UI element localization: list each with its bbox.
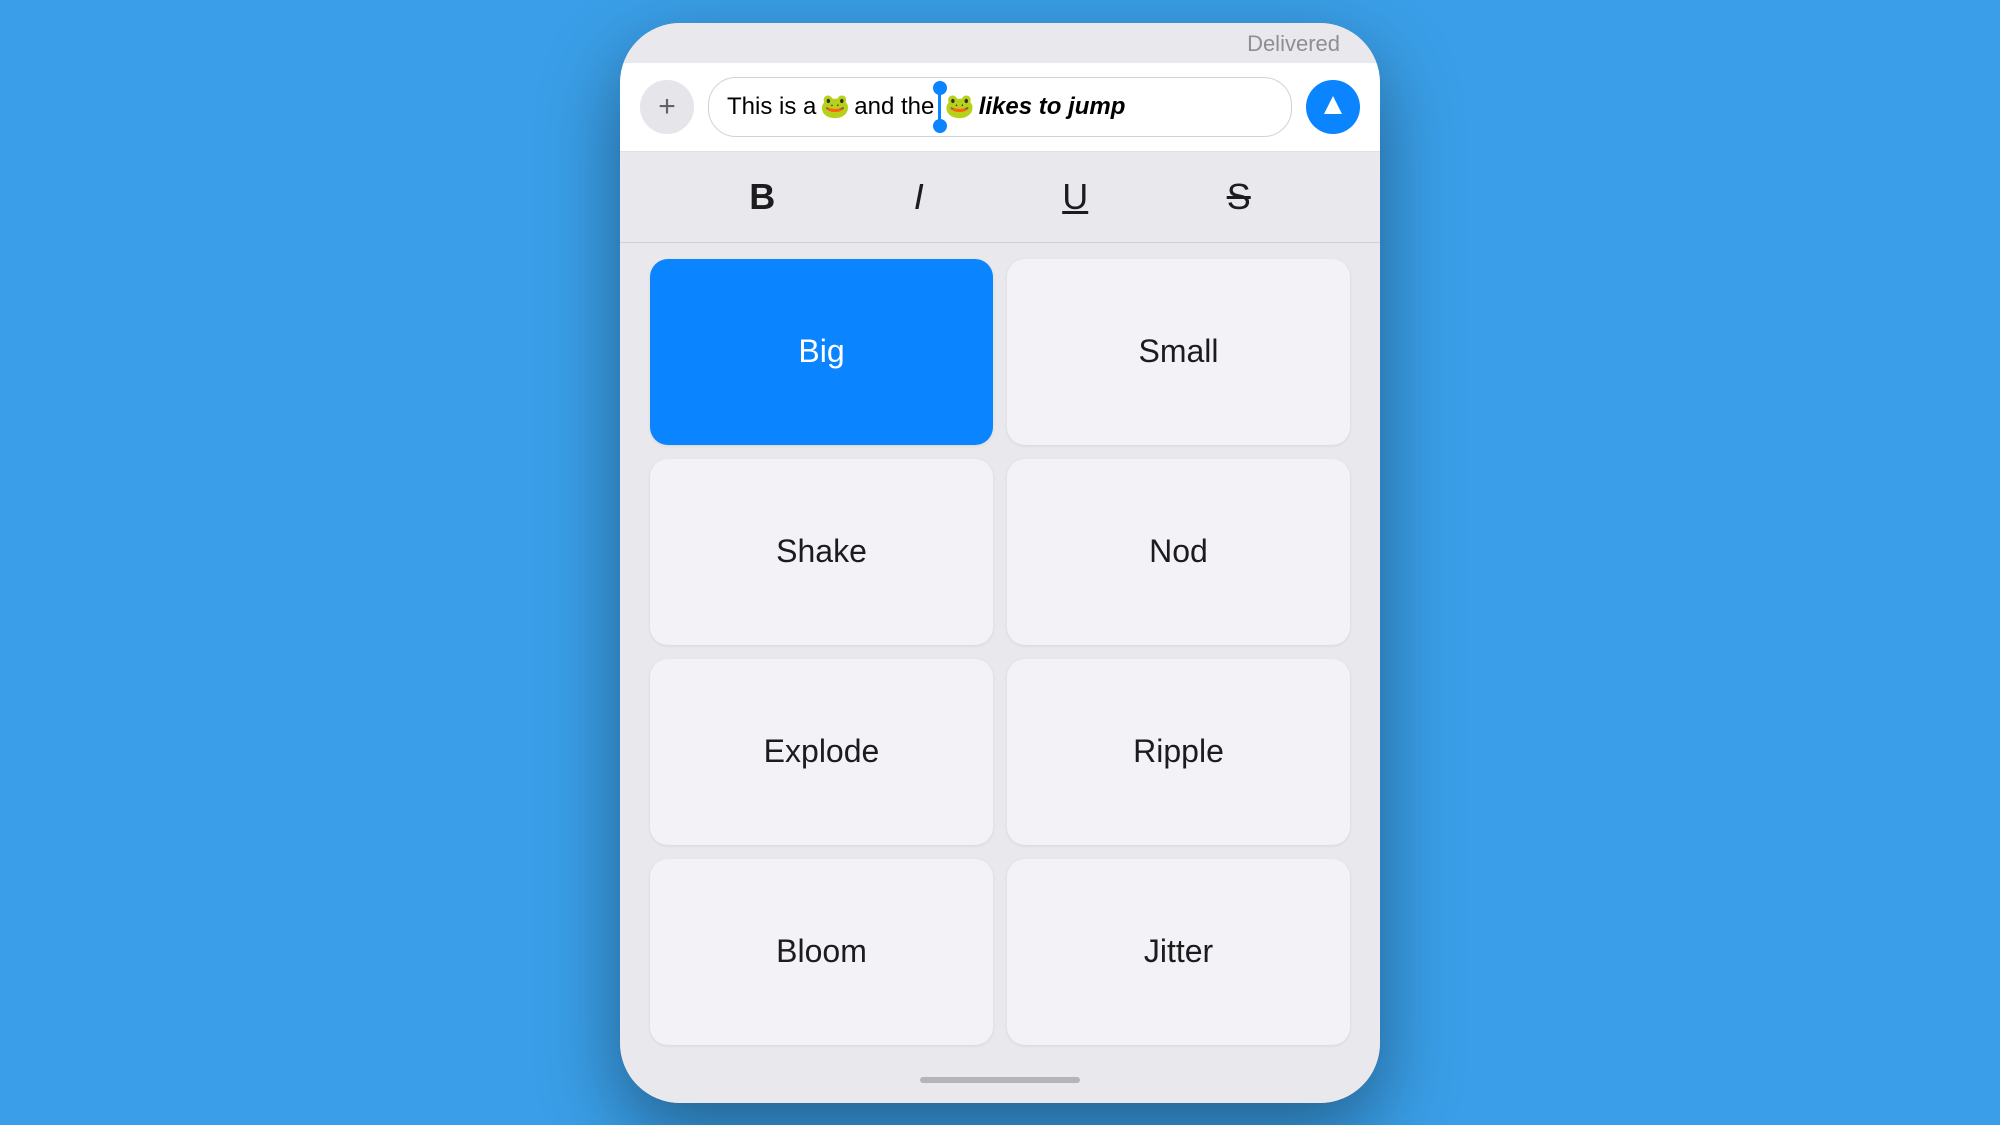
effect-bloom-button[interactable]: Bloom [650, 859, 993, 1045]
phone-screen: Delivered This is a 🐸 and the 🐸 likes to… [620, 23, 1380, 1103]
effect-big-button[interactable]: Big [650, 259, 993, 445]
frog-emoji-2: 🐸 [945, 92, 975, 121]
effect-shake-button[interactable]: Shake [650, 459, 993, 645]
effect-ripple-button[interactable]: Ripple [1007, 659, 1350, 845]
send-button[interactable] [1306, 80, 1360, 134]
home-indicator-area [620, 1065, 1380, 1103]
frog-emoji-1: 🐸 [820, 92, 850, 121]
effect-nod-button[interactable]: Nod [1007, 459, 1350, 645]
text-cursor [938, 88, 941, 126]
bold-button[interactable]: B [737, 172, 787, 222]
input-bar: This is a 🐸 and the 🐸 likes to jump [620, 63, 1380, 152]
cursor-handle-top [933, 81, 947, 95]
input-text-content: This is a 🐸 and the 🐸 likes to jump [727, 88, 1125, 126]
input-field[interactable]: This is a 🐸 and the 🐸 likes to jump [708, 77, 1292, 137]
underline-button[interactable]: U [1050, 172, 1100, 222]
add-button[interactable] [640, 80, 694, 134]
home-indicator [920, 1077, 1080, 1083]
effect-jitter-button[interactable]: Jitter [1007, 859, 1350, 1045]
delivered-label: Delivered [620, 23, 1380, 63]
effect-small-button[interactable]: Small [1007, 259, 1350, 445]
send-arrow-icon [1324, 96, 1342, 114]
italic-text: likes to jump [979, 93, 1126, 121]
text-before-emoji1: This is a [727, 93, 816, 121]
effect-explode-button[interactable]: Explode [650, 659, 993, 845]
formatting-toolbar: B I U S [620, 152, 1380, 243]
cursor-handle-bottom [933, 119, 947, 133]
phone-frame: Delivered This is a 🐸 and the 🐸 likes to… [620, 23, 1380, 1103]
text-middle: and the [854, 93, 934, 121]
italic-button[interactable]: I [902, 172, 936, 222]
effects-grid: Big Small Shake Nod Explode Ripple Bloom… [620, 243, 1380, 1065]
strikethrough-button[interactable]: S [1215, 172, 1263, 222]
